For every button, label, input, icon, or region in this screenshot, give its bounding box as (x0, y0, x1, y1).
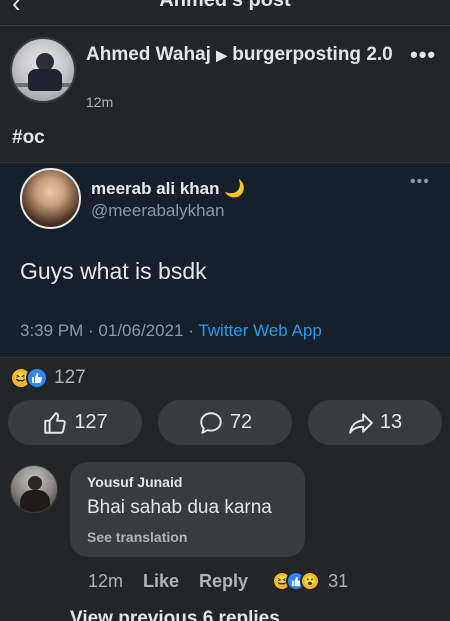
like-reaction-icon (26, 367, 48, 389)
comment-like-button[interactable]: Like (143, 571, 179, 592)
more-options-icon[interactable]: ••• (410, 42, 436, 68)
comment-actions: 12m Like Reply 😆 😮 31 (88, 569, 348, 593)
tweet-avatar[interactable] (20, 168, 81, 229)
embedded-tweet[interactable]: meerab ali khan 🌙 @meerabalykhan ••• Guy… (0, 162, 450, 358)
reactions-summary[interactable]: 😆 127 (10, 366, 86, 390)
see-translation-link[interactable]: See translation (87, 529, 187, 545)
tweet-author-handle[interactable]: @meerabalykhan (91, 201, 225, 221)
tweet-meta: 3:39 PM · 01/06/2021 · Twitter Web App (20, 321, 322, 341)
view-previous-replies-link[interactable]: View previous 6 replies (70, 608, 280, 621)
like-button[interactable]: 127 (8, 400, 142, 445)
comment-text: Bhai sahab dua karna (87, 497, 272, 518)
comment-reply-button[interactable]: Reply (199, 571, 248, 592)
commenter-name[interactable]: Yousuf Junaid (87, 474, 182, 490)
like-icon (44, 411, 67, 434)
comment-timestamp[interactable]: 12m (88, 571, 123, 592)
comment-reaction-count: 31 (328, 570, 349, 591)
share-icon (349, 412, 373, 434)
group-arrow-icon: ▶ (216, 47, 227, 63)
like-count: 127 (74, 411, 108, 433)
comment-count: 72 (229, 411, 253, 433)
comment-button[interactable]: 72 (158, 400, 292, 445)
share-count: 13 (379, 411, 403, 433)
post-text: #oc (12, 127, 45, 148)
wow-reaction-icon: 😮 (300, 571, 321, 591)
comment-reactions[interactable]: 😆 😮 (272, 571, 321, 591)
tweet-more-icon[interactable]: ••• (410, 173, 430, 191)
tweet-source-app[interactable]: Twitter Web App (198, 321, 321, 340)
author-avatar[interactable] (10, 37, 76, 103)
tweet-author-name[interactable]: meerab ali khan 🌙 (91, 179, 245, 199)
tweet-text: Guys what is bsdk (20, 258, 207, 284)
commenter-avatar[interactable] (10, 465, 58, 513)
share-button[interactable]: 13 (308, 400, 442, 445)
post-timestamp[interactable]: 12m (86, 94, 113, 110)
comment-icon (200, 411, 222, 434)
comment-bubble[interactable]: Yousuf Junaid Bhai sahab dua karna See t… (70, 462, 305, 557)
author-name[interactable]: Ahmed Wahaj (86, 44, 211, 65)
reaction-count: 127 (54, 367, 86, 388)
post-header: Ahmed Wahaj ▶ burgerposting 2.0 12m ••• (0, 34, 450, 114)
top-bar: ‹ Ahmed's post (0, 0, 450, 26)
group-name[interactable]: burgerposting 2.0 (232, 44, 392, 65)
author-line: Ahmed Wahaj ▶ burgerposting 2.0 (86, 42, 396, 68)
tweet-timestamp: 3:39 PM · 01/06/2021 · (20, 321, 199, 340)
page-title: Ahmed's post (159, 0, 291, 11)
